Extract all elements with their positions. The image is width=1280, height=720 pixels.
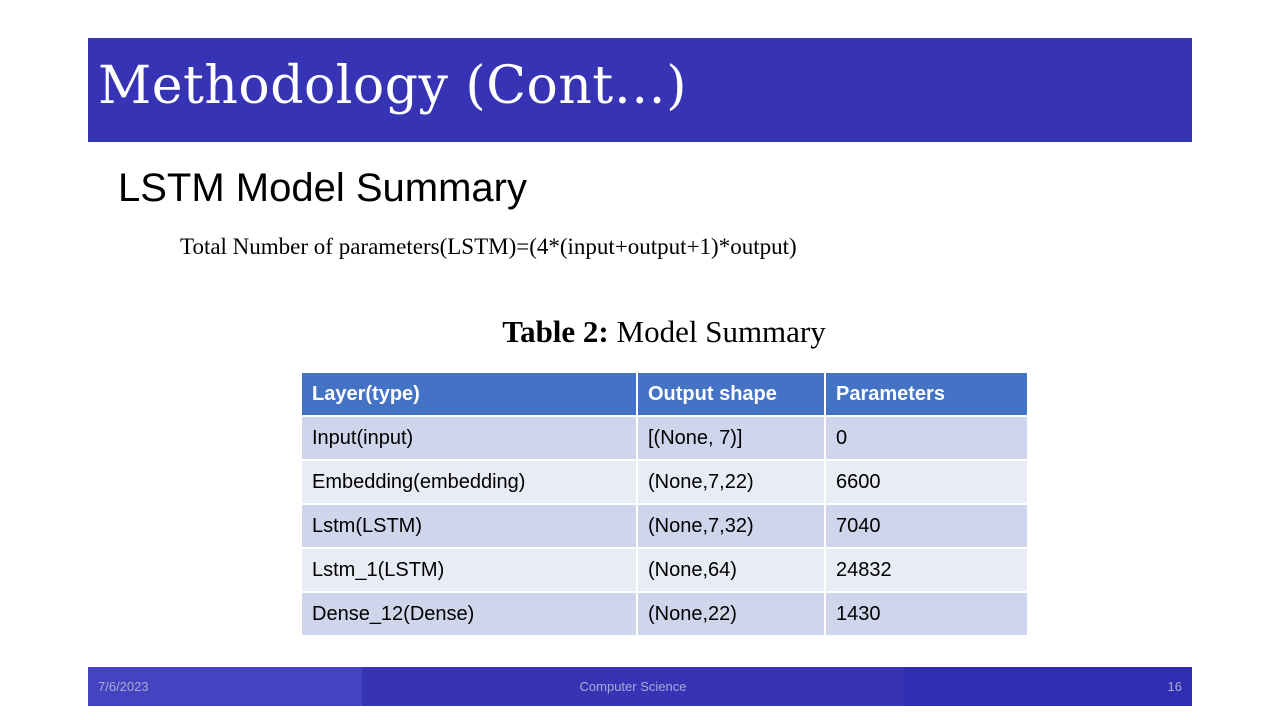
model-summary-table: Layer(type) Output shape Parameters Inpu… <box>300 371 1029 637</box>
table-caption: Table 2: Model Summary <box>300 314 1028 350</box>
table-row: Lstm(LSTM) (None,7,32) 7040 <box>300 503 1029 549</box>
layer-cell: Lstm(LSTM) <box>300 503 638 549</box>
parameters-cell: 7040 <box>824 503 1029 549</box>
parameters-cell: 24832 <box>824 547 1029 593</box>
output-shape-cell: (None,64) <box>636 547 826 593</box>
parameters-cell: 1430 <box>824 591 1029 637</box>
footer-right-band <box>904 667 1192 706</box>
parameter-formula: Total Number of parameters(LSTM)=(4*(inp… <box>180 234 797 259</box>
footer-date: 7/6/2023 <box>98 679 149 694</box>
slide-number: 16 <box>1167 679 1182 694</box>
slide: Methodology (Cont…) LSTM Model Summary T… <box>0 0 1280 720</box>
title-bar: Methodology (Cont…) <box>88 38 1192 142</box>
table-row: Embedding(embedding) (None,7,22) 6600 <box>300 459 1029 505</box>
column-header-layer: Layer(type) <box>300 371 638 417</box>
column-header-parameters: Parameters <box>824 371 1029 417</box>
slide-title: Methodology (Cont…) <box>98 56 687 116</box>
output-shape-cell: [(None, 7)] <box>636 415 826 461</box>
footer-center-text: Computer Science <box>579 679 687 694</box>
table-caption-text: Model Summary <box>608 314 826 349</box>
parameters-cell: 6600 <box>824 459 1029 505</box>
slide-footer: 7/6/2023 Computer Science 16 <box>88 667 1192 706</box>
table-row: Dense_12(Dense) (None,22) 1430 <box>300 591 1029 637</box>
table-row: Lstm_1(LSTM) (None,64) 24832 <box>300 547 1029 593</box>
output-shape-cell: (None,22) <box>636 591 826 637</box>
parameters-cell: 0 <box>824 415 1029 461</box>
output-shape-cell: (None,7,22) <box>636 459 826 505</box>
layer-cell: Embedding(embedding) <box>300 459 638 505</box>
table-header-row: Layer(type) Output shape Parameters <box>300 371 1029 417</box>
layer-cell: Lstm_1(LSTM) <box>300 547 638 593</box>
output-shape-cell: (None,7,32) <box>636 503 826 549</box>
column-header-output-shape: Output shape <box>636 371 826 417</box>
layer-cell: Input(input) <box>300 415 638 461</box>
slide-subtitle: LSTM Model Summary <box>118 166 527 210</box>
table-caption-label: Table 2: <box>502 314 609 349</box>
table-row: Input(input) [(None, 7)] 0 <box>300 415 1029 461</box>
layer-cell: Dense_12(Dense) <box>300 591 638 637</box>
